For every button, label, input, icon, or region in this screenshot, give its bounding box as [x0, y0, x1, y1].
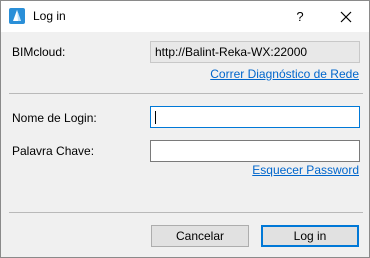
password-input[interactable] [150, 140, 360, 162]
login-button[interactable]: Log in [261, 225, 359, 247]
close-icon [340, 11, 352, 22]
window-title: Log in [33, 9, 66, 23]
username-input[interactable] [150, 106, 360, 128]
server-address-field: http://Balint-Reka-WX:22000 [150, 41, 360, 63]
close-button[interactable] [323, 1, 369, 32]
bimcloud-label: BIMcloud: [12, 45, 66, 59]
text-caret [155, 111, 156, 124]
divider [9, 93, 363, 94]
password-label: Palavra Chave: [12, 144, 95, 158]
title-bar: Log in ? [1, 1, 369, 32]
forgot-password-link[interactable]: Esquecer Password [252, 163, 359, 177]
username-label: Nome de Login: [12, 111, 97, 125]
run-network-diagnostics-link[interactable]: Correr Diagnóstico de Rede [210, 67, 359, 81]
cancel-button[interactable]: Cancelar [151, 225, 249, 247]
help-button[interactable]: ? [277, 1, 323, 32]
bimcloud-app-icon [9, 8, 25, 24]
login-dialog: Log in ? BIMcloud: http://Balint-Reka-WX… [0, 0, 370, 258]
divider [9, 212, 363, 213]
